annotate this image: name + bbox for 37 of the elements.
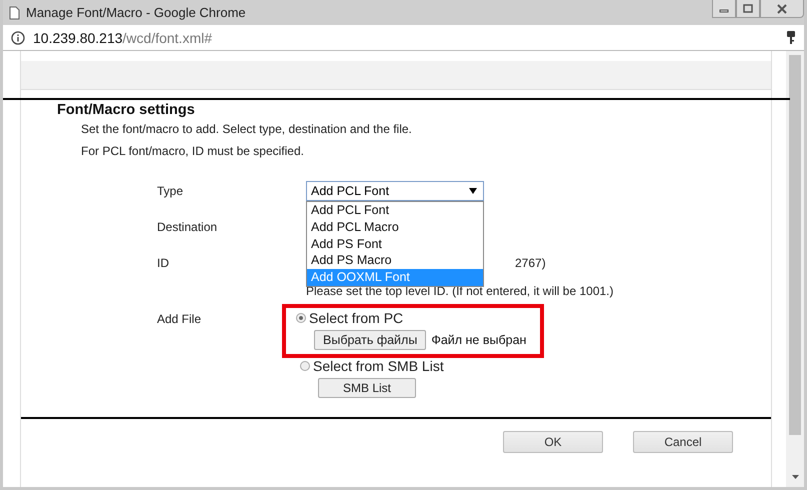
close-icon <box>776 4 788 14</box>
type-select[interactable]: Add PCL Font <box>306 181 484 201</box>
field-label: Add File <box>157 312 202 326</box>
description-text: For PCL font/macro, ID must be specified. <box>81 144 305 158</box>
section-title: Font/Macro settings <box>57 102 195 118</box>
field-label: ID <box>157 256 170 270</box>
radio-button[interactable] <box>300 361 310 371</box>
scrollbar[interactable] <box>786 51 804 487</box>
file-status-text: Файл не выбран <box>431 333 526 347</box>
info-icon <box>11 30 25 44</box>
cancel-button[interactable]: Cancel <box>633 431 733 453</box>
dropdown-option[interactable]: Add PCL Macro <box>307 218 483 236</box>
close-button[interactable] <box>760 0 804 18</box>
radio-button[interactable] <box>296 313 306 323</box>
description-text: Set the font/macro to add. Select type, destination and the file. <box>81 122 413 136</box>
ok-button[interactable]: OK <box>503 431 603 453</box>
field-label: Destination <box>157 220 218 234</box>
maximize-button[interactable] <box>736 0 760 18</box>
dropdown-option[interactable]: Add PCL Font <box>307 202 483 219</box>
window-title: Manage Font/Macro - Google Chrome <box>26 5 246 20</box>
dropdown-option[interactable]: Add PS Macro <box>307 252 483 270</box>
maximize-icon <box>743 4 753 13</box>
address-bar[interactable]: 10.239.80.213/wcd/font.xml# <box>3 25 804 51</box>
dropdown-option[interactable]: Add PS Font <box>307 236 483 252</box>
key-icon[interactable] <box>786 30 796 45</box>
caret-icon <box>469 188 477 194</box>
range-text: 2767) <box>515 256 546 270</box>
smb-list-button[interactable]: SMB List <box>318 378 416 398</box>
page-icon <box>9 6 20 20</box>
radio-label: Select from SMB List <box>313 358 444 374</box>
choose-files-button[interactable]: Выбрать файлы <box>314 330 426 350</box>
scroll-down-icon[interactable] <box>792 475 798 479</box>
field-label: Type <box>157 184 184 198</box>
hint-text: Please set the top level ID. (If not entered, it will be 1001.) <box>306 284 614 298</box>
radio-label: Select from PC <box>309 310 404 326</box>
url-text: 10.239.80.213/wcd/font.xml# <box>33 30 212 46</box>
minimize-button[interactable] <box>712 0 736 18</box>
